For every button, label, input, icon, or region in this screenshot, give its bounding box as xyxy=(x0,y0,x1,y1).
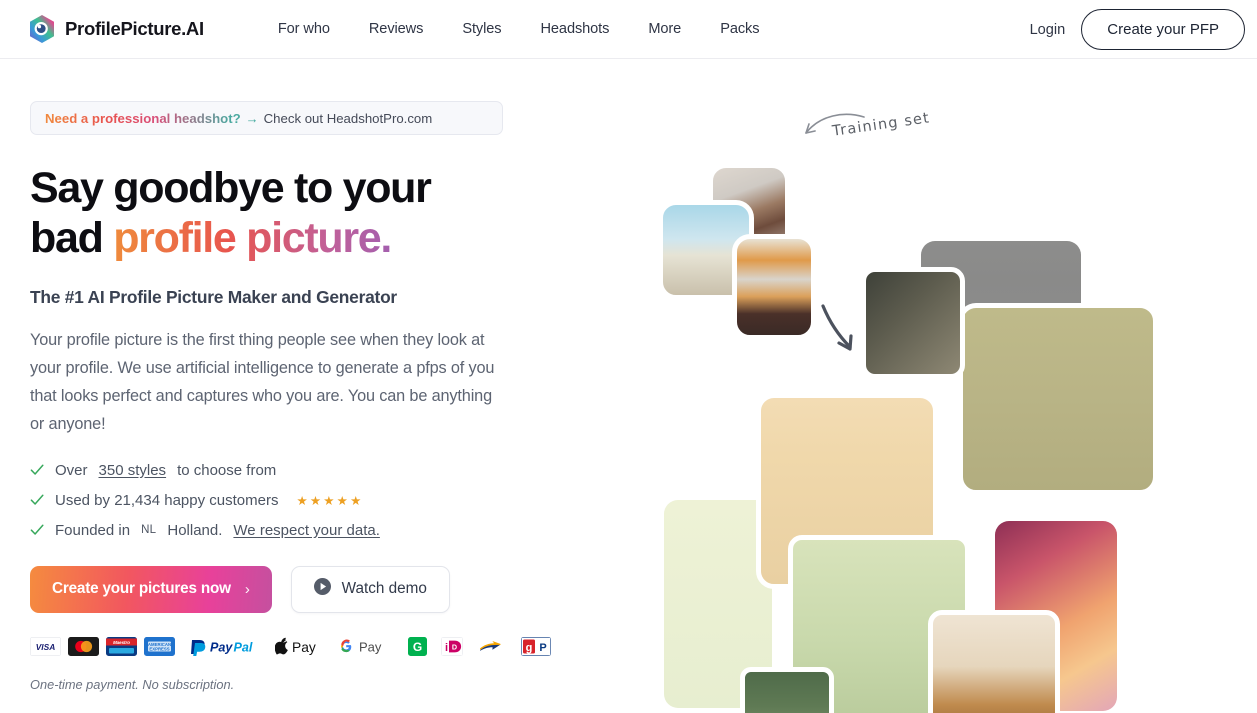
generated-photo-cafe[interactable] xyxy=(928,610,1060,713)
login-link[interactable]: Login xyxy=(1030,22,1066,38)
bullet-founded: Founded in NL Holland. We respect your d… xyxy=(30,522,530,539)
headline-line-2-gradient: profile picture. xyxy=(113,213,392,262)
svg-text:EXPRESS: EXPRESS xyxy=(149,646,169,651)
star-rating: ★★★★★ xyxy=(296,493,364,508)
promo-banner[interactable]: Need a professional headshot? → Check ou… xyxy=(30,101,503,135)
paypal-icon: Pay Pal xyxy=(189,637,261,656)
headline-line-1: Say goodbye to your xyxy=(30,164,432,212)
play-circle-icon xyxy=(313,578,331,600)
bullet-styles-pre: Over xyxy=(55,461,88,479)
create-pictures-label: Create your pictures now xyxy=(52,580,231,597)
watch-demo-button[interactable]: Watch demo xyxy=(290,565,450,613)
bullet-styles: Over 350 styles to choose from xyxy=(30,462,530,479)
styles-link[interactable]: 350 styles xyxy=(99,462,167,479)
main-nav: For who Reviews Styles Headshots More Pa… xyxy=(278,21,760,37)
promo-banner-text: Check out HeadshotPro.com xyxy=(263,110,433,126)
bullet-customers-text: Used by 21,434 happy customers xyxy=(55,491,279,509)
logo[interactable]: ProfilePicture.AI xyxy=(28,14,204,44)
hero-left-column: Need a professional headshot? → Check ou… xyxy=(30,101,551,692)
logo-text: ProfilePicture.AI xyxy=(65,18,204,39)
hero-paragraph: Your profile picture is the first thing … xyxy=(30,330,495,434)
ideal-icon: iD xyxy=(441,636,463,656)
hexagon-camera-lens-icon xyxy=(28,14,56,44)
training-photo-store[interactable] xyxy=(732,234,816,340)
generated-photo-bowtie[interactable] xyxy=(958,303,1158,495)
generated-photo-anime[interactable] xyxy=(740,667,834,713)
payment-methods: VISA Maestro AMERICAN EXPRESS Pay Pal Pay … xyxy=(30,636,551,656)
bullet-founded-mid: Holland. xyxy=(167,521,223,539)
chevron-right-icon: › xyxy=(244,580,250,598)
svg-text:Pay: Pay xyxy=(292,640,316,655)
maestro-icon: Maestro xyxy=(106,636,137,656)
visa-icon: VISA xyxy=(30,636,61,656)
mastercard-icon xyxy=(68,636,99,656)
promo-banner-highlight: Need a professional headshot? xyxy=(45,110,241,126)
sofort-icon xyxy=(477,637,507,656)
nav-item-more[interactable]: More xyxy=(648,21,681,37)
bullet-founded-pre: Founded in xyxy=(55,521,131,539)
check-icon xyxy=(30,493,44,507)
hero-section: Need a professional headshot? → Check ou… xyxy=(0,59,1257,713)
watch-demo-label: Watch demo xyxy=(341,580,427,597)
page-title: Say goodbye to your bad profile picture. xyxy=(30,164,530,264)
svg-text:D: D xyxy=(452,642,457,651)
svg-text:VISA: VISA xyxy=(36,642,56,652)
down-right-arrow-icon xyxy=(821,304,853,351)
country-code: NL xyxy=(141,524,157,536)
svg-text:Pay: Pay xyxy=(359,639,382,654)
nav-item-packs[interactable]: Packs xyxy=(720,21,759,37)
apple-pay-icon: Pay xyxy=(275,637,326,656)
headline-line-2-plain: bad xyxy=(30,213,114,262)
check-icon xyxy=(30,463,44,477)
create-pictures-button[interactable]: Create your pictures now › xyxy=(30,565,272,613)
svg-text:G: G xyxy=(413,640,422,654)
giropay-icon: gP xyxy=(521,636,551,656)
cta-row: Create your pictures now › Watch demo xyxy=(30,565,530,613)
image-collage: Training set xyxy=(636,95,1236,713)
svg-text:P: P xyxy=(539,642,546,654)
feature-bullets: Over 350 styles to choose from Used by 2… xyxy=(30,462,530,539)
svg-text:Pal: Pal xyxy=(234,640,253,654)
generated-photo-hair-jewels[interactable] xyxy=(861,267,965,379)
nav-item-reviews[interactable]: Reviews xyxy=(369,21,424,37)
grabpay-icon: G xyxy=(408,636,427,656)
hero-subheadline: The #1 AI Profile Picture Maker and Gene… xyxy=(30,286,397,307)
header-actions: Login Create your PFP xyxy=(1030,0,1245,59)
site-header: ProfilePicture.AI For who Reviews Styles… xyxy=(0,0,1257,59)
training-set-label: Training set xyxy=(831,110,932,140)
payment-fineprint: One-time payment. No subscription. xyxy=(30,676,235,692)
privacy-link[interactable]: We respect your data. xyxy=(233,522,379,539)
svg-text:i: i xyxy=(445,642,448,654)
svg-text:Maestro: Maestro xyxy=(113,640,130,645)
svg-text:Pay: Pay xyxy=(210,640,233,654)
svg-text:g: g xyxy=(526,642,533,654)
nav-item-for-who[interactable]: For who xyxy=(278,21,330,37)
bullet-styles-post: to choose from xyxy=(177,461,277,479)
nav-item-headshots[interactable]: Headshots xyxy=(540,21,609,37)
google-pay-icon: Pay xyxy=(340,637,394,656)
amex-icon: AMERICAN EXPRESS xyxy=(144,636,175,656)
nav-item-styles[interactable]: Styles xyxy=(462,21,501,37)
check-icon xyxy=(30,523,44,537)
create-pfp-button[interactable]: Create your PFP xyxy=(1081,9,1245,50)
arrow-right-icon: → xyxy=(245,110,259,126)
bullet-customers: Used by 21,434 happy customers ★★★★★ xyxy=(30,492,530,509)
